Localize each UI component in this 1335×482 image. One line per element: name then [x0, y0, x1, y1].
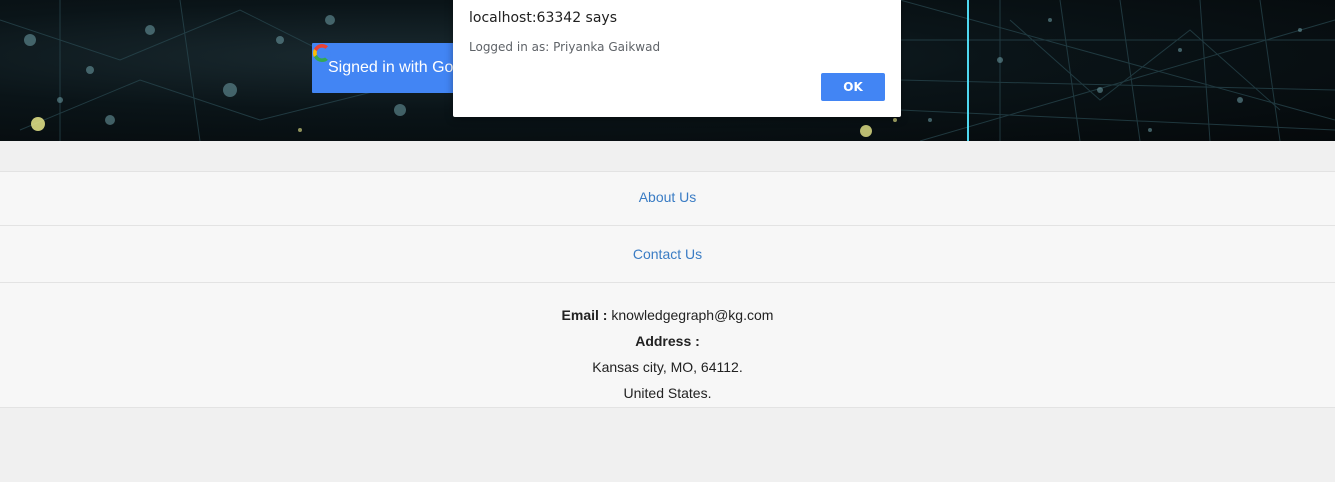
email-line: Email : knowledgegraph@kg.com — [0, 302, 1335, 328]
about-us-link[interactable]: About Us — [639, 189, 697, 205]
address-line-1: Kansas city, MO, 64112. — [592, 359, 743, 375]
dialog-message: Logged in as: Priyanka Gaikwad — [469, 40, 661, 54]
footer-about-row: About Us — [0, 172, 1335, 226]
contact-info: Email : knowledgegraph@kg.com Address : … — [0, 283, 1335, 408]
email-value: knowledgegraph@kg.com — [611, 307, 774, 323]
alert-dialog: localhost:63342 says Logged in as: Priya… — [453, 0, 901, 117]
ok-button[interactable]: OK — [821, 73, 885, 101]
address-line-2: United States. — [623, 385, 712, 401]
dialog-title: localhost:63342 says — [469, 10, 617, 26]
email-label: Email : — [561, 307, 608, 323]
page-footer: About Us Contact Us Email : knowledgegra… — [0, 171, 1335, 408]
address-heading: Address : — [0, 328, 1335, 354]
footer-contact-row: Contact Us — [0, 226, 1335, 283]
address-label: Address : — [635, 333, 700, 349]
contact-us-link[interactable]: Contact Us — [633, 246, 702, 262]
